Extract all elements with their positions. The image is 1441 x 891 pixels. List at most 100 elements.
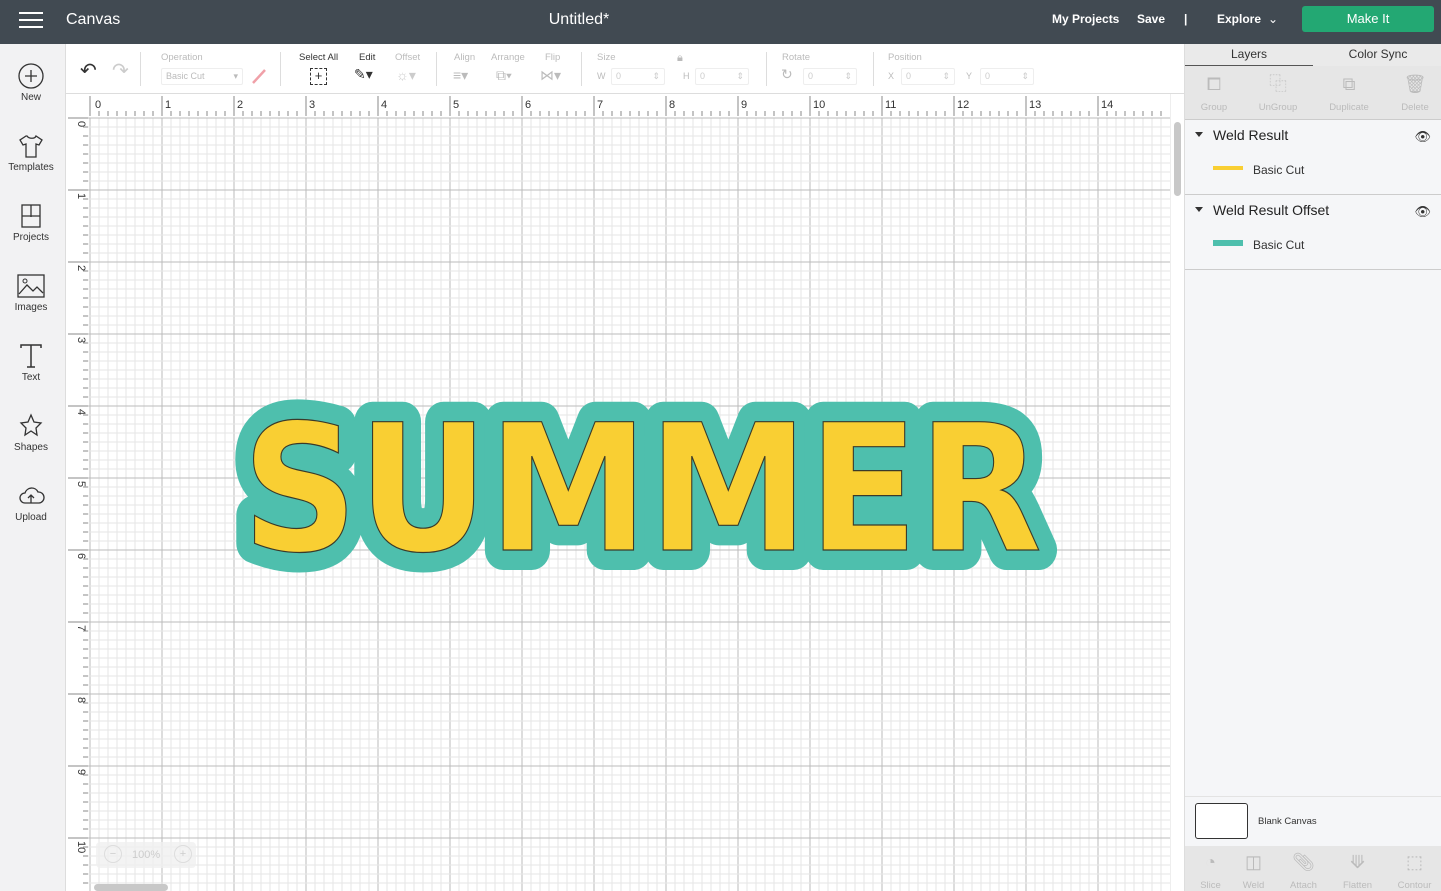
vertical-scrollbar[interactable]	[1174, 122, 1181, 196]
my-projects-link[interactable]: My Projects	[1052, 12, 1119, 26]
eye-icon[interactable]: 👁︎	[1414, 204, 1431, 220]
offset-icon[interactable]: ☼▾	[396, 67, 416, 84]
divider	[140, 52, 141, 86]
blank-canvas-row[interactable]: Blank Canvas	[1185, 796, 1441, 846]
ungroup-icon: ⿻	[1269, 74, 1287, 94]
x-label: X	[888, 71, 895, 81]
sidebar-item-shapes[interactable]: Shapes	[0, 412, 62, 453]
eye-icon[interactable]: 👁︎	[1414, 129, 1431, 145]
collapse-triangle-icon[interactable]	[1195, 132, 1203, 137]
ruler-x-label: 0	[95, 99, 101, 111]
sidebar-label: New	[20, 92, 41, 103]
ruler-x-label: 9	[741, 99, 747, 111]
operation-select[interactable]: Basic Cut ▾	[161, 68, 243, 85]
arrange-icon[interactable]: ⧉▾	[496, 67, 512, 84]
duplicate-button[interactable]: ⧉ Duplicate	[1317, 72, 1381, 113]
cloud-upload-icon	[19, 487, 45, 504]
left-sidebar: New Templates Projects Images Text Shape…	[0, 44, 66, 891]
projects-icon	[21, 204, 41, 228]
blank-canvas-swatch[interactable]	[1195, 803, 1248, 839]
y-input[interactable]: 0 ⇕	[980, 68, 1034, 85]
ruler-y-label: 2	[75, 265, 87, 271]
edit-tools-icon[interactable]: ✎▾	[354, 66, 373, 83]
width-input[interactable]: 0 ⇕	[611, 68, 665, 85]
zoom-control: − 100% +	[96, 842, 196, 868]
redo-icon[interactable]: ↷	[112, 58, 129, 83]
linetype-color-icon[interactable]	[250, 67, 268, 85]
sidebar-label: Templates	[8, 162, 54, 173]
layer-group[interactable]: Weld Result Offset 👁︎ Basic Cut	[1185, 195, 1441, 270]
bottom-actions: ◔ Slice ◫ Weld 📎︎ Attach ⟱ Flatten ⬚ Contour	[1185, 846, 1441, 891]
align-icon[interactable]: ≡▾	[453, 67, 468, 84]
layers-panel: Layers Color Sync ⧠ Group ⿻ UnGroup ⧉ Dupli…	[1184, 44, 1441, 891]
collapse-triangle-icon[interactable]	[1195, 207, 1203, 212]
ruler-y-label: 4	[75, 409, 87, 415]
rotate-input[interactable]: 0 ⇕	[803, 68, 857, 85]
ruler-x-label: 10	[813, 99, 825, 111]
ruler-x-label: 7	[597, 99, 603, 111]
flatten-button[interactable]: ⟱ Flatten	[1332, 850, 1383, 891]
weld-button[interactable]: ◫ Weld	[1228, 850, 1279, 891]
group-button[interactable]: ⧠ Group	[1182, 72, 1246, 113]
layer-group[interactable]: Weld Result 👁︎ Basic Cut	[1185, 120, 1441, 195]
ruler-y-label: 10	[75, 841, 87, 853]
action-label: Delete	[1401, 102, 1429, 113]
contour-button[interactable]: ⬚ Contour	[1389, 850, 1440, 891]
design-canvas[interactable]: SUMMER SUMMER 01234567891011121314150123…	[66, 94, 1170, 891]
height-input[interactable]: 0 ⇕	[695, 68, 749, 85]
text-icon	[20, 344, 42, 368]
ungroup-button[interactable]: ⿻ UnGroup	[1246, 72, 1310, 113]
attach-button[interactable]: 📎︎ Attach	[1278, 850, 1329, 891]
ruler-y-label: 7	[75, 625, 87, 631]
zoom-out-button[interactable]: −	[104, 845, 122, 863]
ruler-y-label: 9	[75, 769, 87, 775]
canvas-grid[interactable]: SUMMER SUMMER 01234567891011121314150123…	[66, 94, 1170, 891]
plus-circle-icon	[18, 63, 44, 89]
lock-icon[interactable]: 🔒︎	[677, 52, 683, 65]
delete-button[interactable]: 🗑︎ Delete	[1383, 72, 1441, 113]
tab-color-sync[interactable]: Color Sync	[1314, 47, 1441, 61]
ruler-x-label: 8	[669, 99, 675, 111]
flatten-icon: ⟱	[1349, 852, 1366, 872]
undo-icon[interactable]: ↶	[80, 58, 97, 83]
x-input[interactable]: 0 ⇕	[901, 68, 955, 85]
flip-icon[interactable]: ⋈▾	[540, 67, 561, 84]
horizontal-scrollbar[interactable]	[94, 884, 168, 891]
zoom-in-button[interactable]: +	[174, 845, 192, 863]
position-label: Position	[888, 52, 922, 63]
select-all-button[interactable]: +	[310, 68, 327, 85]
weld-result-shape[interactable]: SUMMER	[241, 386, 1042, 592]
sidebar-item-new[interactable]: New	[0, 62, 62, 103]
contour-icon: ⬚	[1405, 852, 1423, 872]
sidebar-item-projects[interactable]: Projects	[0, 202, 62, 243]
ruler-y-label: 3	[75, 337, 87, 343]
sidebar-label: Projects	[12, 232, 50, 243]
ruler-y-label: 0	[75, 121, 87, 127]
layer-thumbnail	[1213, 240, 1243, 246]
sidebar-item-text[interactable]: Text	[0, 342, 62, 383]
sidebar-item-images[interactable]: Images	[0, 272, 62, 313]
top-bar: Canvas Untitled* My Projects Save | Expl…	[0, 0, 1441, 44]
summer-design[interactable]: SUMMER SUMMER	[222, 367, 1062, 612]
sidebar-item-upload[interactable]: Upload	[0, 482, 62, 523]
w-label: W	[597, 71, 606, 81]
top-ruler	[66, 94, 1170, 116]
ruler-x-label: 12	[957, 99, 969, 111]
make-it-button[interactable]: Make It	[1302, 6, 1434, 32]
action-label: Flatten	[1342, 880, 1373, 891]
flip-label: Flip	[545, 52, 561, 63]
width-value: 0	[616, 71, 622, 81]
sidebar-item-templates[interactable]: Templates	[0, 132, 62, 173]
tab-layers[interactable]: Layers	[1185, 47, 1313, 66]
blank-canvas-label: Blank Canvas	[1258, 816, 1317, 827]
edit-label: Edit	[359, 52, 376, 63]
y-value: 0	[985, 71, 991, 81]
divider	[280, 52, 281, 86]
operation-value: Basic Cut	[166, 71, 205, 81]
divider	[873, 52, 874, 86]
chevron-down-icon[interactable]: ⌄	[1268, 12, 1278, 26]
action-label: Contour	[1397, 880, 1432, 891]
explore-dropdown[interactable]: Explore	[1217, 12, 1261, 26]
ruler-y-label: 1	[75, 193, 87, 199]
save-link[interactable]: Save	[1137, 12, 1165, 26]
